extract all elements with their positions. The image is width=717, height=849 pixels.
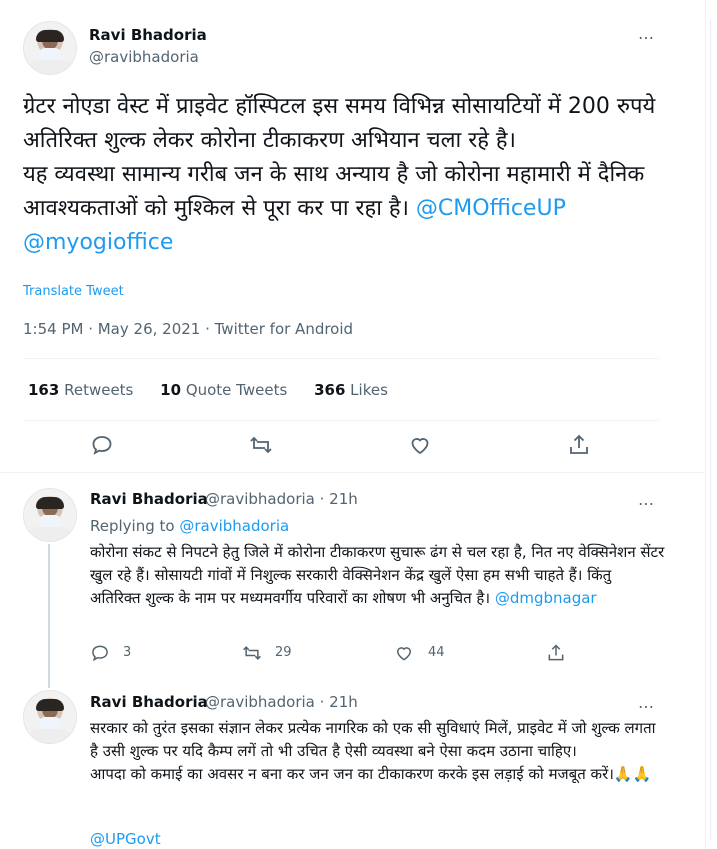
- tweet-stats: 163 Retweets 10 Quote Tweets 366 Likes: [28, 381, 410, 399]
- tweet-text: ग्रेटर नोएडा वेस्ट में प्राइवेट हॉस्पिटल…: [23, 90, 663, 260]
- translate-tweet-link[interactable]: Translate Tweet: [23, 284, 124, 299]
- scrollbar-track[interactable]: [706, 0, 717, 849]
- more-icon[interactable]: …: [638, 490, 655, 509]
- reply-icon[interactable]: [90, 643, 110, 663]
- like-count: 44: [428, 645, 445, 660]
- replying-to: Replying to @ravibhadoria: [90, 517, 289, 535]
- tweet-body: ग्रेटर नोएडा वेस्ट में प्राइवेट हॉस्पिटल…: [23, 94, 656, 221]
- tweet-timestamp[interactable]: 1:54 PM · May 26, 2021 · Twitter for And…: [23, 320, 353, 338]
- like-icon[interactable]: [408, 433, 432, 457]
- avatar[interactable]: [23, 488, 77, 542]
- retweet-count: 29: [275, 645, 292, 660]
- retweets-count: 163: [28, 381, 60, 399]
- quote-count: 10: [160, 381, 182, 399]
- share-icon[interactable]: [546, 643, 566, 663]
- mention-upgovt[interactable]: @UPGovt: [90, 830, 161, 848]
- divider: [0, 472, 705, 473]
- retweet-icon[interactable]: [249, 433, 273, 457]
- author-name[interactable]: Ravi Bhadoria: [90, 693, 208, 711]
- share-icon[interactable]: [567, 433, 591, 457]
- avatar[interactable]: [23, 21, 77, 75]
- likes-stat[interactable]: 366 Likes: [314, 381, 388, 399]
- quote-tweets-stat[interactable]: 10 Quote Tweets: [160, 381, 287, 399]
- reply-text: सरकार को तुरंत इसका संज्ञान लेकर प्रत्ये…: [90, 717, 665, 786]
- author-handle[interactable]: @ravibhadoria · 21h: [205, 490, 358, 508]
- retweets-label: Retweets: [64, 381, 134, 399]
- author-name[interactable]: Ravi Bhadoria: [89, 26, 207, 44]
- mention-dmgbnagar[interactable]: @dmgbnagar: [495, 589, 597, 607]
- like-icon[interactable]: [394, 643, 414, 663]
- more-icon[interactable]: …: [638, 693, 655, 712]
- likes-count: 366: [314, 381, 346, 399]
- avatar[interactable]: [23, 690, 77, 744]
- mention-upgovt-text[interactable]: @UPGovt: [90, 830, 161, 848]
- author-handle[interactable]: @ravibhadoria · 21h: [205, 693, 358, 711]
- replying-to-label: Replying to: [90, 517, 175, 535]
- tweet-thread-column: Ravi Bhadoria @ravibhadoria … ग्रेटर नोए…: [0, 0, 706, 849]
- author-handle[interactable]: @ravibhadoria: [89, 48, 199, 66]
- replying-to-handle[interactable]: @ravibhadoria: [179, 517, 289, 535]
- divider: [23, 358, 659, 359]
- mention-myogioffice[interactable]: @myogioffice: [23, 230, 173, 255]
- retweet-icon[interactable]: [242, 643, 262, 663]
- reply-icon[interactable]: [90, 433, 114, 457]
- likes-label: Likes: [350, 381, 388, 399]
- more-icon[interactable]: …: [638, 24, 655, 43]
- reply-text: कोरोना संकट से निपटने हेतु जिले में कोरो…: [90, 541, 665, 610]
- quote-label: Quote Tweets: [185, 381, 288, 399]
- reply-body: सरकार को तुरंत इसका संज्ञान लेकर प्रत्ये…: [90, 719, 656, 783]
- author-name[interactable]: Ravi Bhadoria: [90, 490, 208, 508]
- reply-count: 3: [123, 645, 132, 660]
- mention-cmofficeup[interactable]: @CMOfficeUP: [416, 196, 566, 221]
- thread-connector: [48, 544, 50, 688]
- divider: [23, 420, 659, 421]
- retweets-stat[interactable]: 163 Retweets: [28, 381, 133, 399]
